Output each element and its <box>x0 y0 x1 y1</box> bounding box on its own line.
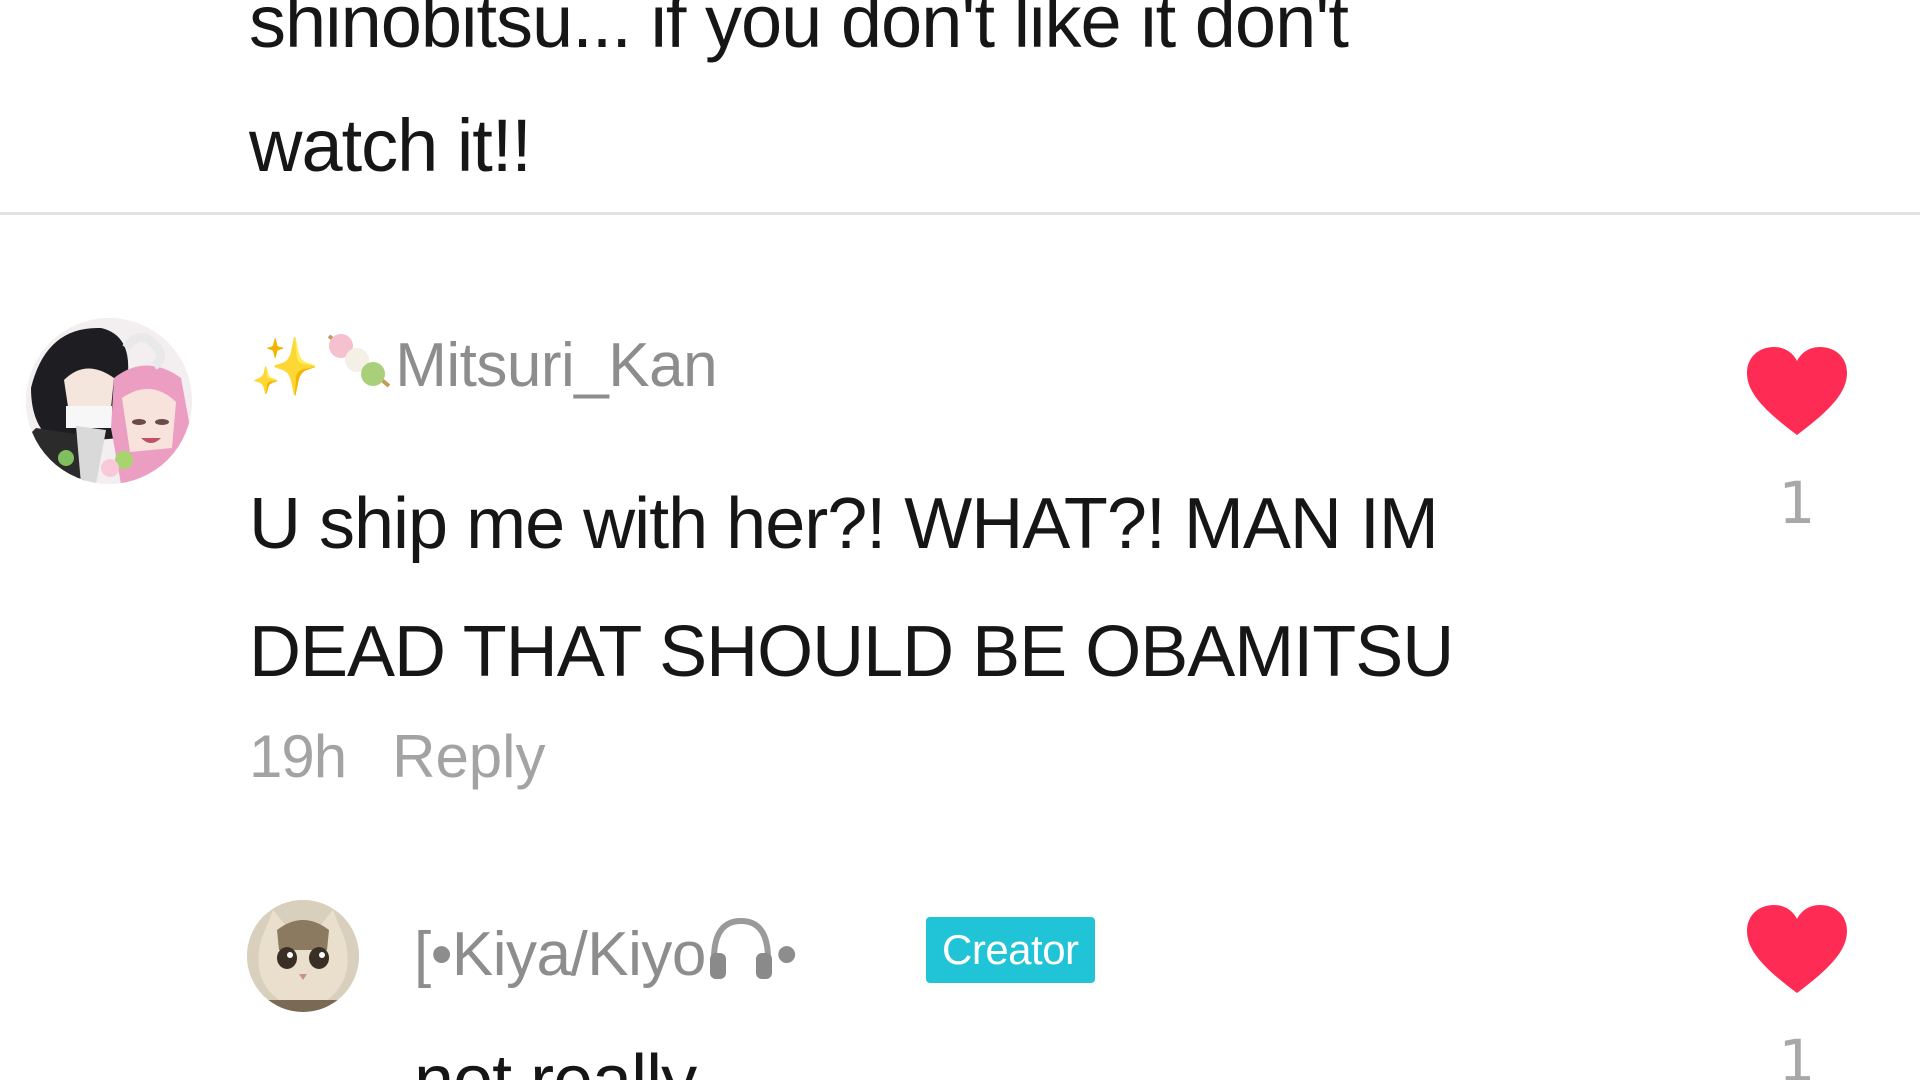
comment-text: U ship me with her?! WHAT?! MAN IM DEAD … <box>249 460 1454 716</box>
comment-divider <box>0 212 1920 215</box>
reply-like-button[interactable]: 1 <box>1745 903 1849 1080</box>
comment-timestamp: 19h <box>249 723 347 790</box>
heart-icon <box>1747 347 1847 435</box>
commenter-username[interactable]: ✨ Mitsuri_Kan <box>250 330 718 401</box>
like-button[interactable]: 1 <box>1745 345 1849 537</box>
username-text: Mitsuri_Kan <box>395 331 718 400</box>
previous-comment-line-1: shinobitsu... if you don't like it don't <box>249 0 1349 63</box>
creator-badge: Creator <box>926 917 1095 983</box>
comment-text-line-1: U ship me with her?! WHAT?! MAN IM <box>249 484 1439 564</box>
headphones-icon <box>709 917 772 979</box>
reply-text: not really <box>414 1040 697 1080</box>
dango-icon <box>327 334 391 388</box>
reply-username-suffix: • <box>775 920 798 989</box>
like-count: 1 <box>1778 469 1816 537</box>
commenter-avatar[interactable] <box>26 318 192 484</box>
comment-meta: 19h Reply <box>249 722 546 791</box>
reply-username-text: [•Kiya/Kiyo <box>414 920 706 989</box>
reply-like-count: 1 <box>1778 1027 1816 1080</box>
sparkle-emoji: ✨ <box>250 335 320 398</box>
heart-icon <box>1747 905 1847 993</box>
cat-avatar-image <box>247 900 359 1012</box>
avatar-illustration <box>26 318 192 484</box>
comments-screen: shinobitsu... if you don't like it don't… <box>0 0 1920 1080</box>
reply-username[interactable]: [•Kiya/Kiyo • <box>414 915 798 990</box>
reply-avatar[interactable] <box>247 900 359 1012</box>
reply-button[interactable]: Reply <box>392 723 545 790</box>
previous-comment-line-2: watch it!! <box>249 104 532 187</box>
previous-comment-text: shinobitsu... if you don't like it don't… <box>249 0 1349 208</box>
comment-text-line-2: DEAD THAT SHOULD BE OBAMITSU <box>249 612 1454 692</box>
